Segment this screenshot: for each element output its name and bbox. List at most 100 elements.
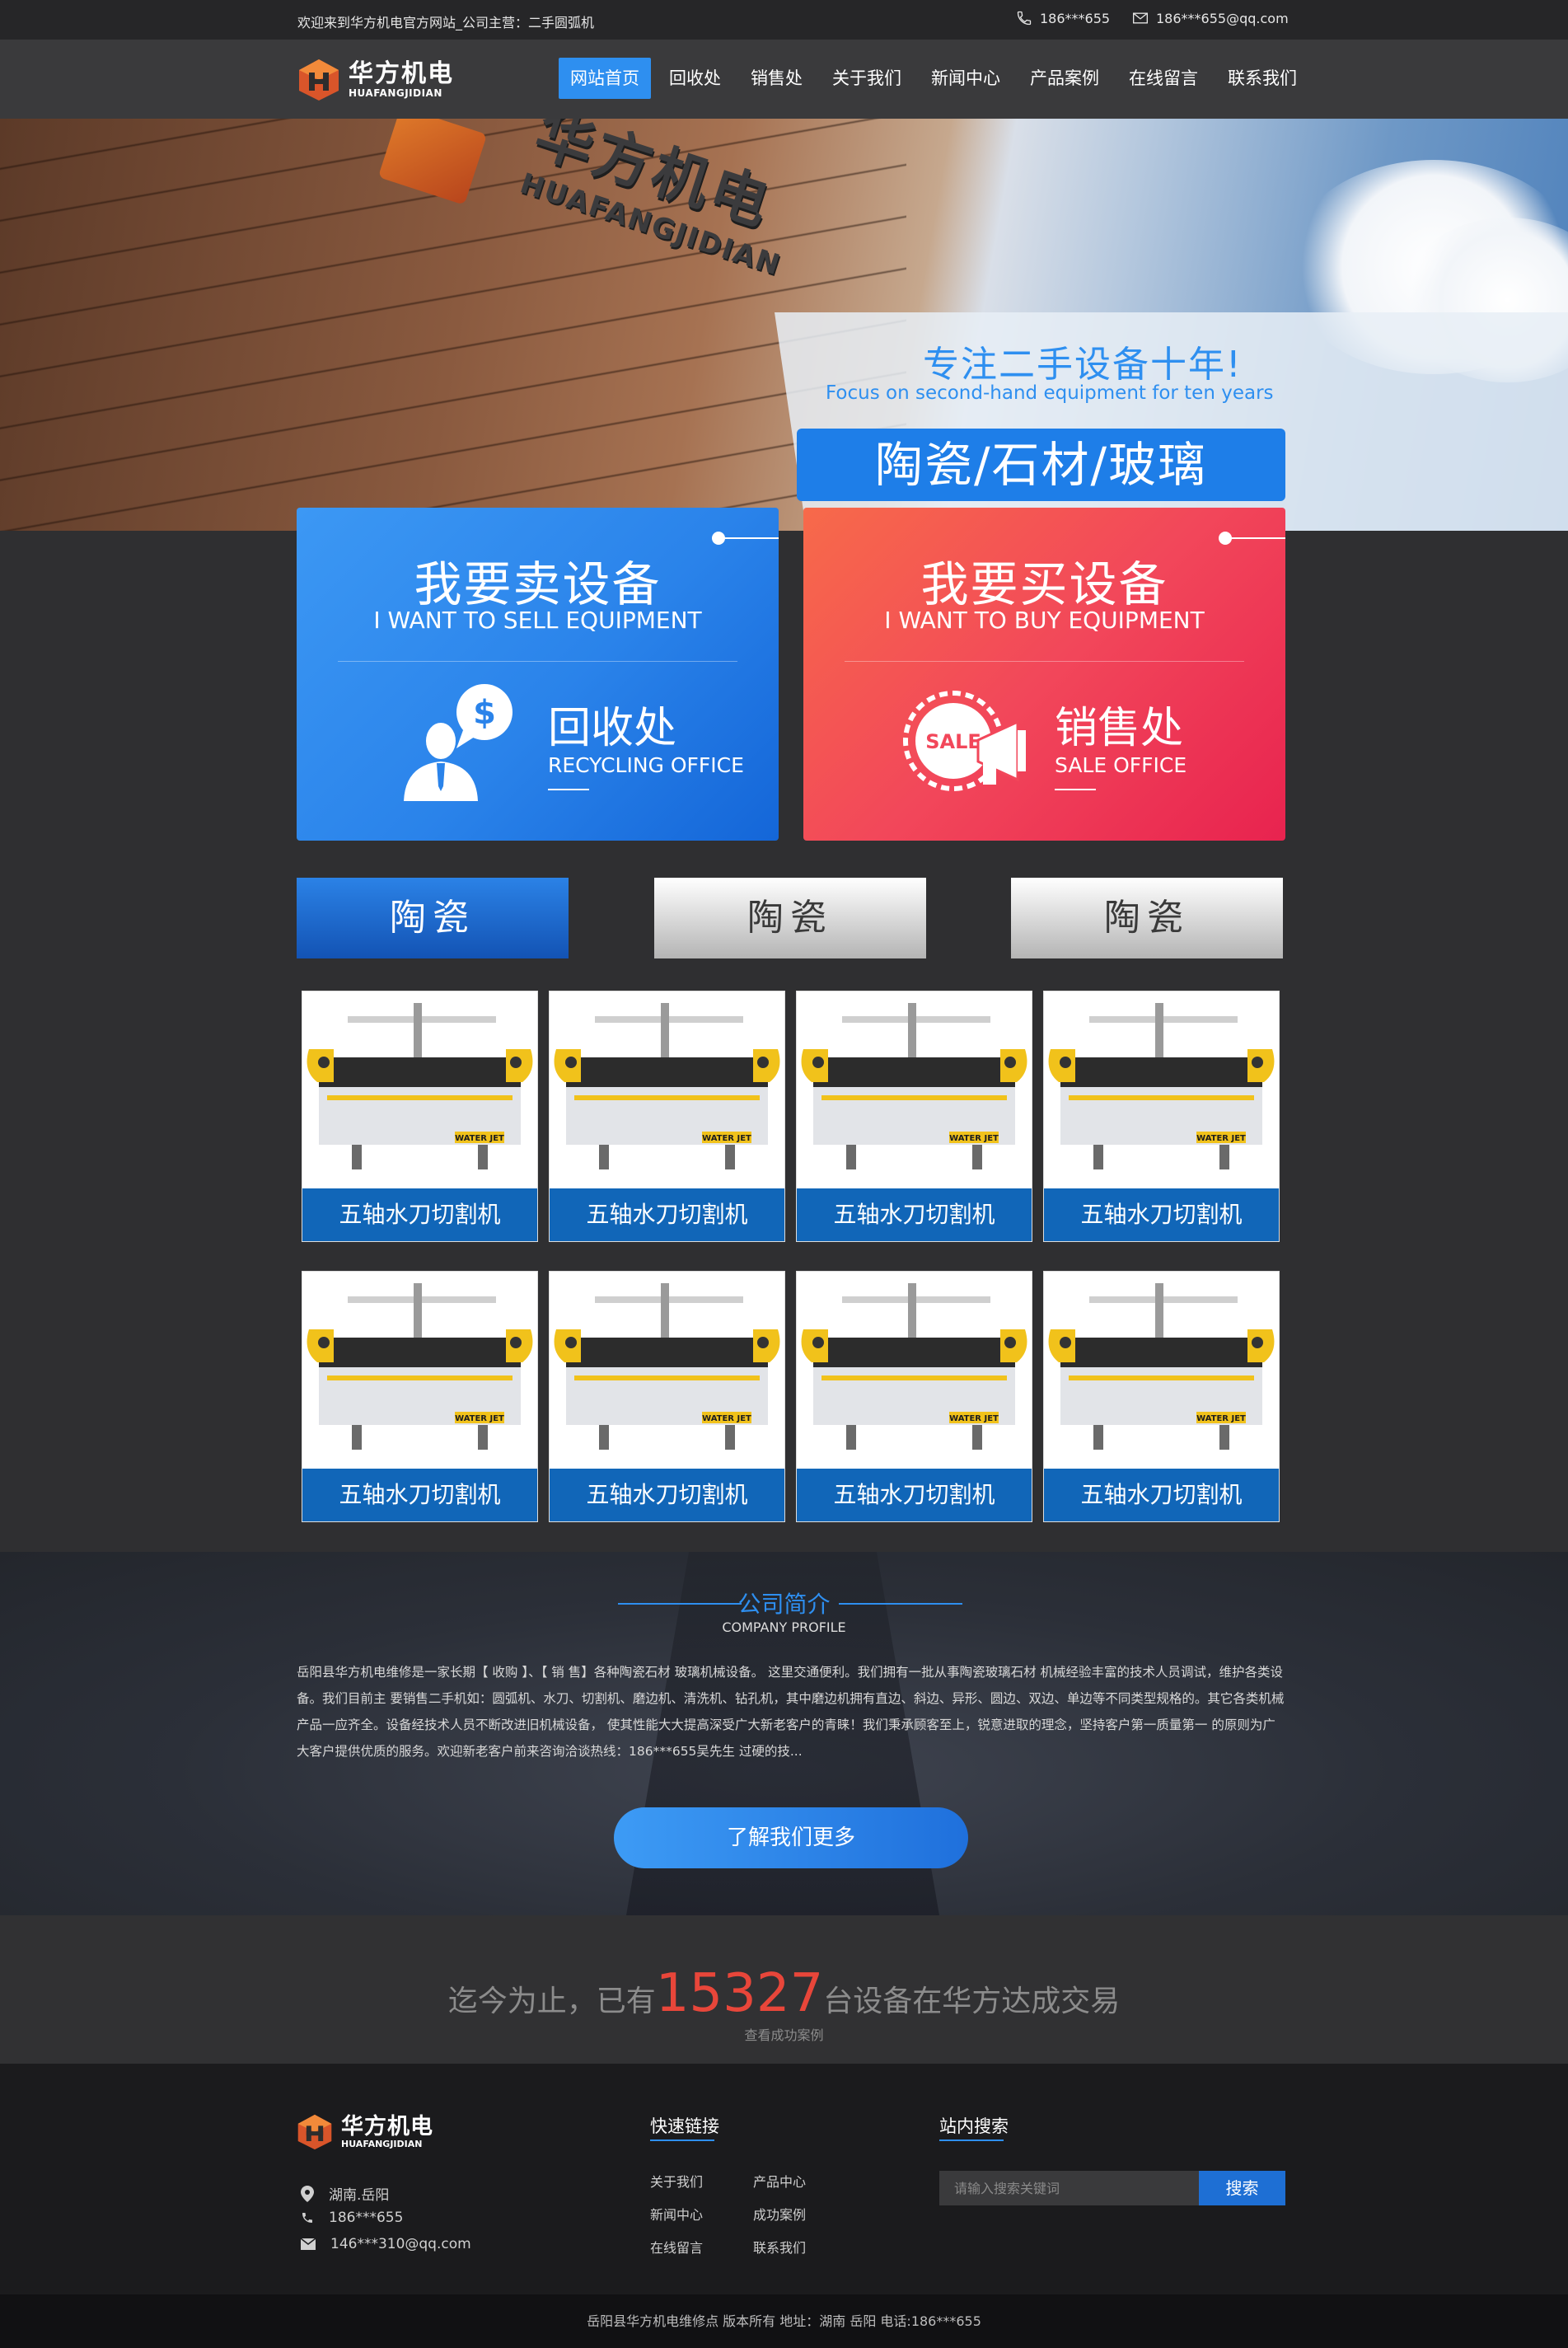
logo-name-en: HUAFANGJIDIAN bbox=[349, 87, 442, 99]
product-brand-label: WATER JET bbox=[702, 1134, 751, 1143]
product-card[interactable]: WATER JET 五轴水刀切割机 bbox=[549, 991, 785, 1242]
footer-logo-cn: 华方机电 bbox=[341, 2113, 433, 2139]
sub-underline bbox=[548, 789, 589, 790]
product-image: WATER JET bbox=[302, 1272, 537, 1469]
learn-more-button[interactable]: 了解我们更多 bbox=[614, 1807, 968, 1868]
sell-equipment-card[interactable]: 我要卖设备 I WANT TO SELL EQUIPMENT $ 回收处 REC… bbox=[297, 508, 779, 841]
footer: 华方机电 HUAFANGJIDIAN 湖南.岳阳 186***655 146**… bbox=[0, 2064, 1568, 2294]
buy-sub-en: SALE OFFICE bbox=[1055, 753, 1187, 777]
product-brand-label: WATER JET bbox=[949, 1134, 999, 1143]
card-deco-line bbox=[1225, 537, 1285, 539]
tab-ceramic-1[interactable]: 陶瓷 bbox=[297, 878, 569, 958]
product-name: 五轴水刀切割机 bbox=[1044, 1469, 1279, 1521]
profile-text: 岳阳县华方机电维修是一家长期【 收购 】、【 销 售】各种陶瓷石材 玻璃机械设备… bbox=[297, 1665, 1285, 1759]
mail-icon bbox=[301, 2238, 316, 2250]
top-phone[interactable]: 186***655 bbox=[1015, 10, 1110, 26]
buy-equipment-card[interactable]: 我要买设备 I WANT TO BUY EQUIPMENT SALE 销售处 S… bbox=[803, 508, 1285, 841]
product-card[interactable]: WATER JET 五轴水刀切割机 bbox=[302, 991, 538, 1242]
person-dollar-icon: $ bbox=[404, 684, 513, 801]
product-name: 五轴水刀切割机 bbox=[797, 1469, 1032, 1521]
sell-sub-en: RECYCLING OFFICE bbox=[548, 753, 744, 777]
company-profile: 公司简介 COMPANY PROFILE 岳阳县华方机电维修是一家长期【 收购 … bbox=[0, 1552, 1568, 1915]
footer-phone: 186***655 bbox=[301, 2210, 403, 2226]
top-email[interactable]: 186***655@qq.com bbox=[1131, 10, 1289, 26]
product-card[interactable]: WATER JET 五轴水刀切割机 bbox=[1043, 1271, 1280, 1522]
stats-suffix: 台设备在华方达成交易 bbox=[823, 1985, 1121, 2018]
footer-link-about[interactable]: 关于我们 bbox=[650, 2171, 703, 2191]
profile-title-cn: 公司简介 bbox=[737, 1591, 831, 1618]
product-brand-label: WATER JET bbox=[1196, 1414, 1246, 1423]
svg-text:$: $ bbox=[473, 694, 496, 732]
copyright: 岳阳县华方机电维修点 版本所有 地址：湖南 岳阳 电话:186***655 bbox=[0, 2294, 1568, 2348]
buy-title-cn: 我要买设备 bbox=[920, 556, 1168, 612]
footer-address-text: 湖南.岳阳 bbox=[329, 2187, 390, 2204]
product-brand-label: WATER JET bbox=[455, 1414, 504, 1423]
site-logo[interactable]: 华方机电 HUAFANGJIDIAN bbox=[297, 58, 454, 102]
stats-section: 迄今为止，已有15327台设备在华方达成交易 查看成功案例 bbox=[0, 1915, 1568, 2064]
product-image: WATER JET bbox=[550, 991, 784, 1188]
logo-name-cn: 华方机电 bbox=[349, 59, 454, 88]
search-input[interactable] bbox=[939, 2171, 1199, 2205]
product-name: 五轴水刀切割机 bbox=[550, 1188, 784, 1241]
buy-sub-cn: 销售处 bbox=[1055, 704, 1184, 753]
phone-icon bbox=[302, 2213, 312, 2223]
product-name: 五轴水刀切割机 bbox=[1044, 1188, 1279, 1241]
product-card[interactable]: WATER JET 五轴水刀切割机 bbox=[796, 991, 1032, 1242]
footer-address: 湖南.岳阳 bbox=[301, 2183, 389, 2204]
search-button[interactable]: 搜索 bbox=[1199, 2171, 1285, 2205]
logo-mark-icon bbox=[299, 59, 339, 101]
sell-title-en: I WANT TO SELL EQUIPMENT bbox=[373, 607, 702, 634]
product-brand-label: WATER JET bbox=[949, 1414, 999, 1423]
nav-item-message[interactable]: 在线留言 bbox=[1117, 58, 1210, 99]
nav-item-contact[interactable]: 联系我们 bbox=[1216, 58, 1308, 99]
top-phone-text: 186***655 bbox=[1040, 10, 1111, 26]
footer-link-contact[interactable]: 联系我们 bbox=[753, 2237, 806, 2257]
product-image: WATER JET bbox=[550, 1272, 784, 1469]
footer-link-news[interactable]: 新闻中心 bbox=[650, 2204, 703, 2224]
product-image: WATER JET bbox=[797, 991, 1032, 1188]
heading-underline bbox=[939, 2139, 1004, 2141]
footer-link-message[interactable]: 在线留言 bbox=[650, 2237, 703, 2257]
nav-item-about[interactable]: 关于我们 bbox=[821, 58, 913, 99]
tab-ceramic-2[interactable]: 陶瓷 bbox=[654, 878, 926, 958]
nav-item-recycling[interactable]: 回收处 bbox=[658, 58, 733, 99]
hero-banner: 华方机电 HUAFANGJIDIAN 专注二手设备十年! Focus on se… bbox=[0, 119, 1568, 531]
product-card[interactable]: WATER JET 五轴水刀切割机 bbox=[549, 1271, 785, 1522]
search-title: 站内搜索 bbox=[939, 2116, 1009, 2136]
product-name: 五轴水刀切割机 bbox=[302, 1469, 537, 1521]
buy-title-en: I WANT TO BUY EQUIPMENT bbox=[884, 607, 1205, 634]
product-card[interactable]: WATER JET 五轴水刀切割机 bbox=[1043, 991, 1280, 1242]
nav-item-news[interactable]: 新闻中心 bbox=[920, 58, 1012, 99]
banner-categories: 陶瓷/石材/玻璃 bbox=[797, 429, 1285, 501]
product-brand-label: WATER JET bbox=[455, 1134, 504, 1143]
nav-item-sales[interactable]: 销售处 bbox=[739, 58, 814, 99]
footer-link-products[interactable]: 产品中心 bbox=[753, 2171, 806, 2191]
product-card[interactable]: WATER JET 五轴水刀切割机 bbox=[302, 1271, 538, 1522]
product-card[interactable]: WATER JET 五轴水刀切割机 bbox=[796, 1271, 1032, 1522]
product-name: 五轴水刀切割机 bbox=[302, 1188, 537, 1241]
nav-item-cases[interactable]: 产品案例 bbox=[1018, 58, 1111, 99]
heading-underline bbox=[650, 2139, 714, 2141]
footer-link-cases[interactable]: 成功案例 bbox=[753, 2204, 806, 2224]
sale-badge-text: SALE bbox=[925, 730, 981, 753]
stats-prefix: 迄今为止，已有 bbox=[447, 1985, 656, 2018]
sub-underline bbox=[1055, 789, 1096, 790]
card-deco-dot bbox=[712, 532, 725, 545]
nav-item-home[interactable]: 网站首页 bbox=[559, 58, 651, 99]
stats-count: 15327 bbox=[655, 1963, 824, 2024]
product-image: WATER JET bbox=[302, 991, 537, 1188]
nav-menu: 网站首页 回收处 销售处 关于我们 新闻中心 产品案例 在线留言 联系我们 bbox=[559, 58, 1315, 99]
tab-ceramic-3[interactable]: 陶瓷 bbox=[1011, 878, 1283, 958]
top-email-text: 186***655@qq.com bbox=[1156, 10, 1289, 26]
footer-logo-en: HUAFANGJIDIAN bbox=[341, 2138, 423, 2149]
view-cases-link[interactable]: 查看成功案例 bbox=[0, 2024, 1568, 2044]
sell-sub-cn: 回收处 bbox=[548, 704, 677, 753]
footer-logo[interactable]: 华方机电 HUAFANGJIDIAN bbox=[297, 2113, 433, 2151]
profile-title-en: COMPANY PROFILE bbox=[722, 1619, 846, 1635]
banner-focus-cn: 专注二手设备十年! bbox=[923, 344, 1243, 386]
sell-title-cn: 我要卖设备 bbox=[414, 556, 662, 612]
banner-focus-en: Focus on second-hand equipment for ten y… bbox=[826, 382, 1274, 404]
search-heading: 站内搜索 bbox=[939, 2113, 1009, 2141]
page: 欢迎来到华方机电官方网站_公司主营：二手圆弧机 186***655 186***… bbox=[0, 0, 1568, 2348]
main-nav: 华方机电 HUAFANGJIDIAN 网站首页 回收处 销售处 关于我们 新闻中… bbox=[0, 40, 1568, 119]
